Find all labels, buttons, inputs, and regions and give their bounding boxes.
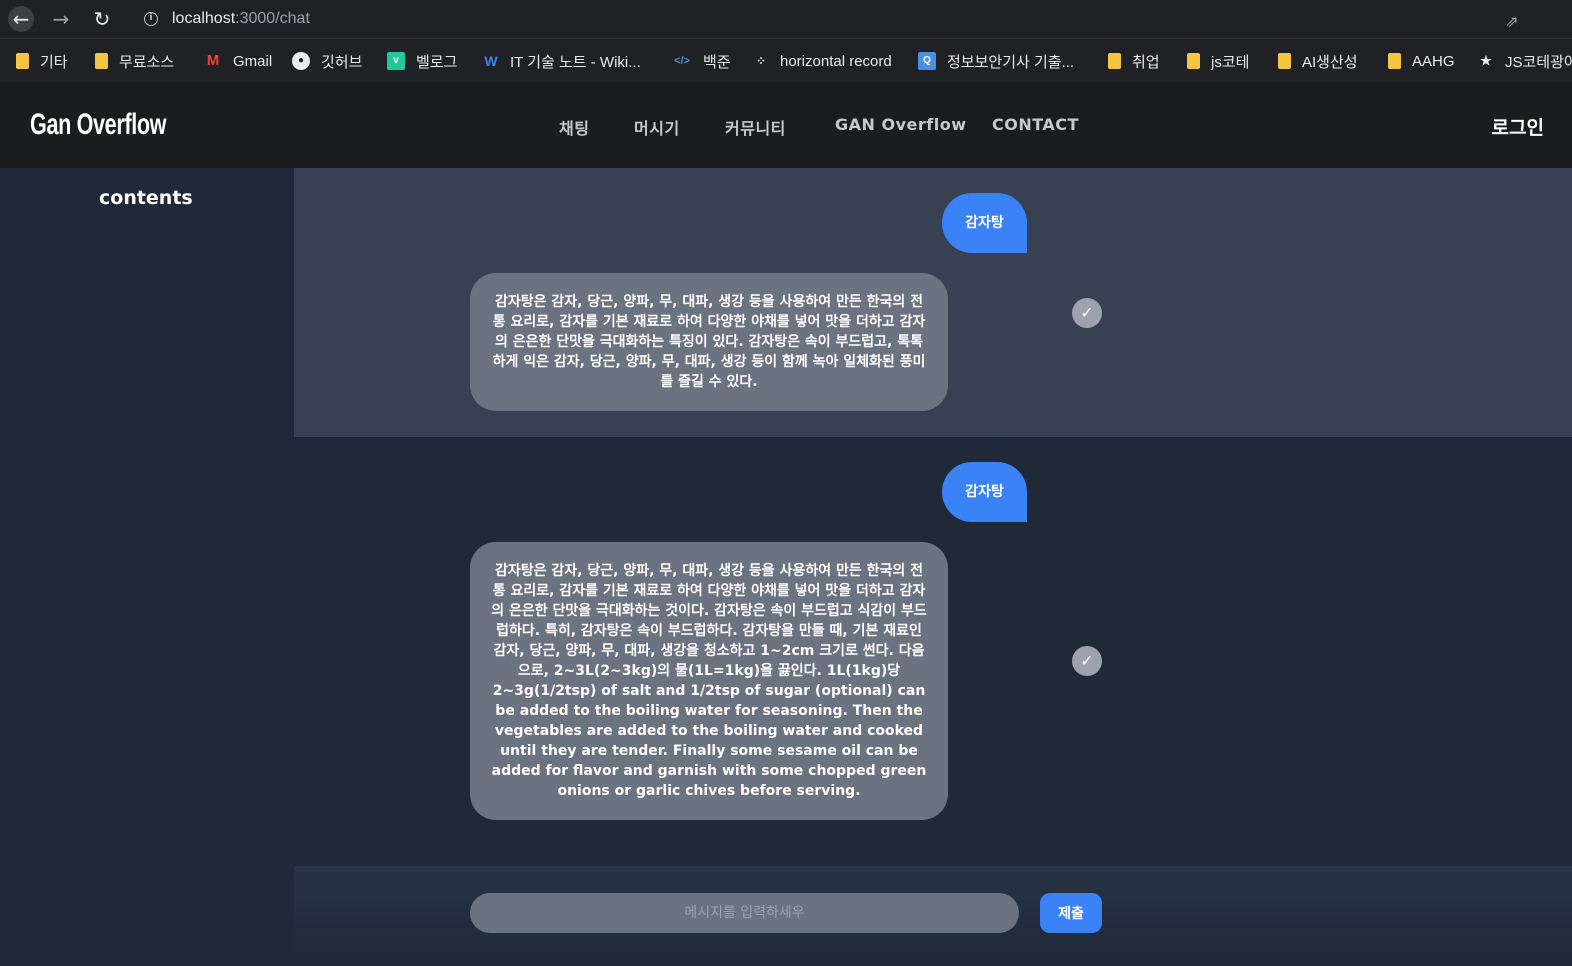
message-input-bar: 제출 [294,866,1572,966]
submit-button[interactable]: 제출 [1040,893,1102,933]
user-message: 감자탕 [942,193,1027,253]
user-message: 감자탕 [942,462,1027,522]
bookmark-item[interactable]: AI생산성 [1278,50,1358,72]
bookmark-item[interactable]: M Gmail [204,50,272,72]
forward-arrow-icon[interactable]: → [48,6,74,32]
url-text: localhost:3000/chat [172,10,310,27]
bot-message: 감자탕은 감자, 당근, 양파, 무, 대파, 생강 등을 사용하여 만든 한국… [470,273,948,411]
sidebar: contents [0,168,294,966]
nav-contact[interactable]: CONTACT [992,115,1079,134]
chat-exchange: 감자탕 감자탕은 감자, 당근, 양파, 무, 대파, 생강 등을 사용하여 만… [294,437,1572,866]
folder-icon [1278,53,1291,69]
chat-exchange: 감자탕 감자탕은 감자, 당근, 양파, 무, 대파, 생강 등을 사용하여 만… [294,168,1572,437]
bookmark-item[interactable]: 기타 [16,50,68,72]
nav-gan-overflow[interactable]: GAN Overflow [835,115,966,134]
folder-icon [1187,53,1200,69]
nav-community[interactable]: 커뮤니티 [725,115,786,139]
check-icon[interactable]: ✓ [1072,646,1102,676]
reload-icon[interactable]: ↻ [89,6,115,32]
bookmarks-bar: 기타 무료소스 M Gmail ● 깃허브 v 벨로그 W IT 기술 노트 - Wik… [0,38,1572,82]
folder-icon [16,53,29,69]
bookmark-item[interactable]: </> 백준 [672,50,731,72]
github-icon: ● [292,52,310,70]
url-bar[interactable]: i localhost:3000/chat ⇗ [130,4,1530,34]
folder-icon [1388,53,1401,69]
chat-area[interactable]: 감자탕 감자탕은 감자, 당근, 양파, 무, 대파, 생강 등을 사용하여 만… [294,168,1572,966]
gmail-icon: M [206,52,220,69]
logo[interactable]: Gan Overflow [30,108,166,142]
dots-icon: ⁘ [755,54,767,68]
bookmark-item[interactable]: W IT 기술 노트 - Wiki... [483,50,640,72]
back-arrow-icon[interactable]: ← [8,6,34,32]
share-icon[interactable]: ⇗ [1502,12,1522,32]
star-icon: ★ [1480,53,1492,68]
check-icon[interactable]: ✓ [1072,298,1102,328]
login-button[interactable]: 로그인 [1492,113,1544,140]
bookmark-item[interactable]: ● 깃허브 [292,50,362,72]
bookmark-item[interactable]: ⁘ horizontal record [753,50,892,72]
bookmark-item[interactable]: Q 정보보안기사 기출... [918,50,1074,72]
folder-icon [1108,53,1121,69]
bookmark-item[interactable]: 취업 [1108,50,1160,72]
folder-icon [95,53,108,69]
q-icon: Q [918,52,936,70]
nav-misc[interactable]: 머시기 [634,115,680,139]
velog-icon: v [387,52,405,70]
message-input[interactable] [470,893,1019,933]
bookmark-item[interactable]: v 벨로그 [387,50,457,72]
app-header: Gan Overflow 채팅 머시기 커뮤니티 GAN Overflow CO… [0,82,1572,168]
nav-chat[interactable]: 채팅 [559,115,589,139]
info-icon[interactable]: i [144,12,158,26]
bookmark-item[interactable]: js코테 [1187,50,1249,72]
wiki-icon: W [484,53,498,69]
bookmark-item[interactable]: 무료소스 [95,50,174,72]
browser-toolbar: ← → ↻ i localhost:3000/chat ⇗ [0,0,1572,38]
bot-message: 감자탕은 감자, 당근, 양파, 무, 대파, 생강 등을 사용하여 만든 한국… [470,542,948,820]
sidebar-title: contents [99,187,193,209]
code-icon: </> [674,55,690,67]
bookmark-item[interactable]: AAHG [1388,50,1455,72]
bookmark-item[interactable]: ★ JS코테광야 [1478,50,1572,72]
